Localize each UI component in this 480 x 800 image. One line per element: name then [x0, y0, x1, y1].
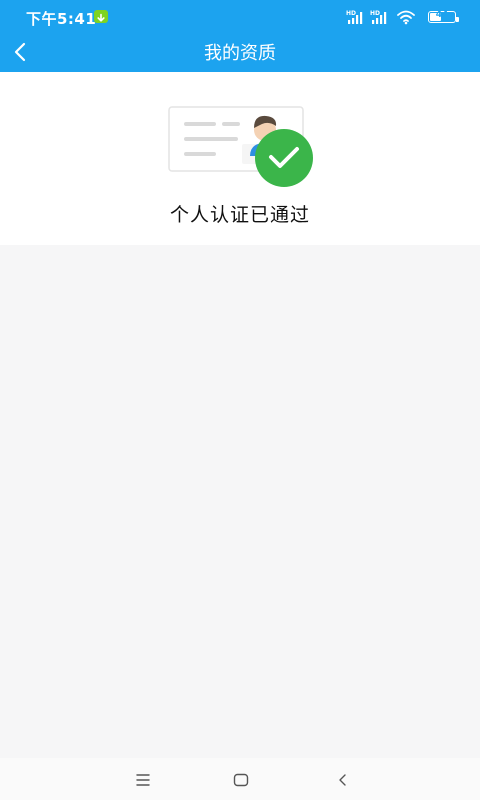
system-back-button[interactable] — [333, 770, 353, 790]
status-time: 下午5:41 — [26, 10, 97, 28]
download-notification-icon — [94, 10, 108, 23]
hd-signal-icon: HD — [346, 10, 363, 24]
menu-button[interactable] — [133, 770, 153, 790]
id-card-verified-icon — [168, 106, 313, 187]
certification-status-text: 个人认证已通过 — [169, 204, 310, 226]
qualification-card: 个人认证已通过 — [0, 72, 480, 245]
wifi-icon — [397, 10, 415, 25]
page-title: 我的资质 — [204, 43, 276, 64]
battery-level: 44 — [435, 10, 449, 20]
hd-signal-icon: HD — [370, 10, 387, 24]
system-nav-bar — [0, 758, 480, 800]
svg-text:HD: HD — [370, 10, 380, 17]
home-icon — [233, 773, 249, 787]
menu-icon — [136, 774, 150, 786]
status-bar: 下午5:41 HD HD 44 — [0, 0, 480, 34]
battery-icon: 44 — [428, 10, 459, 23]
back-icon — [339, 774, 346, 786]
header-bar: 我的资质 — [0, 34, 480, 72]
home-button[interactable] — [231, 770, 251, 790]
status-icons: HD HD 44 — [346, 9, 459, 25]
svg-text:HD: HD — [346, 10, 356, 17]
